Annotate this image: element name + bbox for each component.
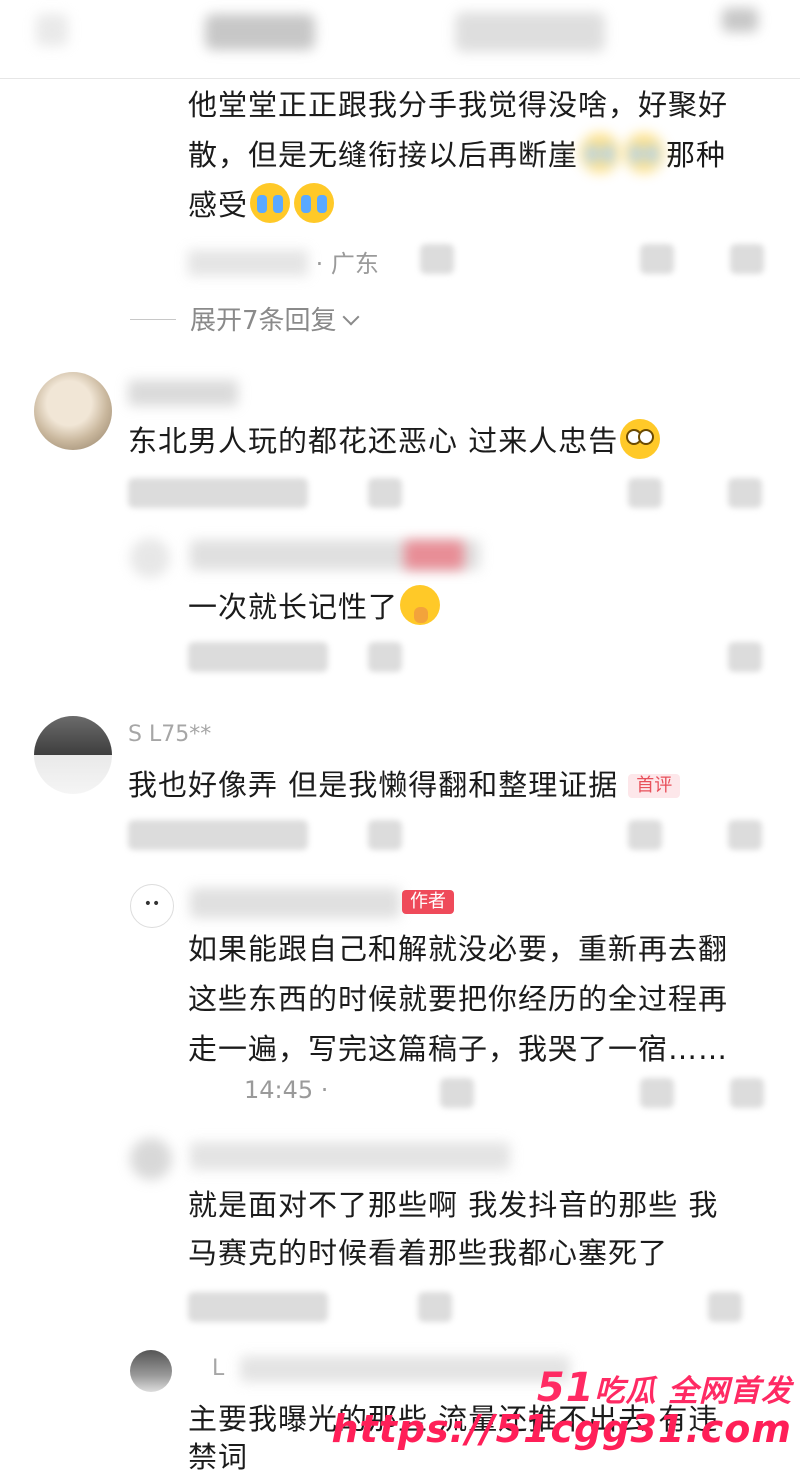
- avatar[interactable]: [130, 1138, 172, 1180]
- avatar[interactable]: [34, 372, 112, 450]
- date-blurred: [128, 478, 308, 508]
- comment-text: 他堂堂正正跟我分手我觉得没啥，好聚好: [188, 88, 729, 122]
- dislike-icon[interactable]: [728, 820, 762, 850]
- first-comment-badge: 首评: [628, 774, 681, 798]
- reply-text: 就是面对不了那些啊 我发抖音的那些 我: [188, 1188, 719, 1222]
- dislike-icon[interactable]: [730, 1078, 764, 1108]
- reply-text: 禁词: [188, 1440, 249, 1474]
- dislike-icon[interactable]: [730, 244, 764, 274]
- author-badge: 作者: [402, 890, 454, 915]
- username-blurred: [190, 1142, 510, 1170]
- date-blurred: [188, 642, 328, 672]
- username-blurred: [128, 380, 238, 406]
- watermark: 51吃瓜 全网首发 https://51cgg31.com: [331, 1365, 792, 1451]
- like-icon[interactable]: [640, 244, 674, 274]
- like-icon[interactable]: [628, 820, 662, 850]
- reply-icon[interactable]: [368, 642, 402, 672]
- reply-icon[interactable]: [418, 1292, 452, 1322]
- reply-icon[interactable]: [420, 244, 454, 274]
- like-icon[interactable]: [728, 642, 762, 672]
- comment-text: 散，但是无缝衔接以后再断崖 那种: [188, 130, 726, 180]
- username[interactable]: S L75**: [128, 722, 211, 747]
- comment-meta: · 广东: [188, 244, 379, 279]
- tab-right[interactable]: [455, 12, 605, 52]
- reply-actions: [188, 1292, 768, 1324]
- reply-time: 14:45 ·: [244, 1076, 329, 1104]
- reply-icon[interactable]: [440, 1078, 474, 1108]
- comment-text: 东北男人玩的都花还恶心 过来人忠告: [128, 416, 662, 466]
- avatar[interactable]: ••: [130, 884, 174, 928]
- date-blurred: [188, 1292, 328, 1322]
- chevron-down-icon: [342, 308, 360, 326]
- reply-text: 一次就长记性了: [188, 582, 442, 632]
- author-badge-label: 作者: [402, 890, 454, 914]
- comment-actions: [420, 244, 780, 276]
- avatar[interactable]: [130, 1350, 172, 1392]
- username-blurred: [190, 888, 400, 918]
- avatar[interactable]: [130, 538, 170, 578]
- reply-text: 这些东西的时候就要把你经历的全过程再: [188, 982, 729, 1016]
- dislike-icon[interactable]: [728, 478, 762, 508]
- like-icon[interactable]: [628, 478, 662, 508]
- tab-left[interactable]: [205, 14, 315, 50]
- date-blurred: [188, 250, 308, 276]
- like-icon[interactable]: [708, 1292, 742, 1322]
- reply-text: 马赛克的时候看着那些我都心塞死了: [188, 1236, 669, 1270]
- pray-emoji-icon: [400, 585, 441, 625]
- cry-emoji-icon: [624, 133, 665, 173]
- reply-text: 如果能跟自己和解就没必要，重新再去翻: [188, 932, 729, 966]
- date-blurred: [128, 820, 308, 850]
- reply-text: 走一遍，写完这篇稿子，我哭了一宿……: [188, 1032, 729, 1066]
- back-icon[interactable]: [36, 14, 68, 46]
- top-bar: [0, 0, 800, 79]
- avatar[interactable]: [34, 716, 112, 794]
- comment-actions: [128, 820, 768, 852]
- reply-actions: [420, 1078, 780, 1110]
- reply-actions: [188, 642, 768, 674]
- cry-emoji-icon: [250, 183, 291, 223]
- divider: [130, 319, 176, 320]
- reply-icon[interactable]: [368, 478, 402, 508]
- watermark-title: 51吃瓜 全网首发: [536, 1365, 792, 1411]
- cry-emoji-icon: [580, 133, 621, 173]
- reply-icon[interactable]: [368, 820, 402, 850]
- comment-actions: [128, 478, 768, 510]
- comment-text: 感受: [188, 180, 336, 230]
- expand-replies-button[interactable]: 展开7条回复: [130, 300, 360, 337]
- username[interactable]: L: [212, 1356, 224, 1381]
- comment-text: 我也好像弄 但是我懒得翻和整理证据 首评: [128, 760, 681, 810]
- author-badge-blurred: [404, 540, 464, 570]
- cry-emoji-icon: [294, 183, 335, 223]
- like-icon[interactable]: [640, 1078, 674, 1108]
- watermark-url: https://51cgg31.com: [331, 1407, 792, 1451]
- smirk-emoji-icon: [620, 419, 661, 459]
- more-icon[interactable]: [722, 8, 758, 32]
